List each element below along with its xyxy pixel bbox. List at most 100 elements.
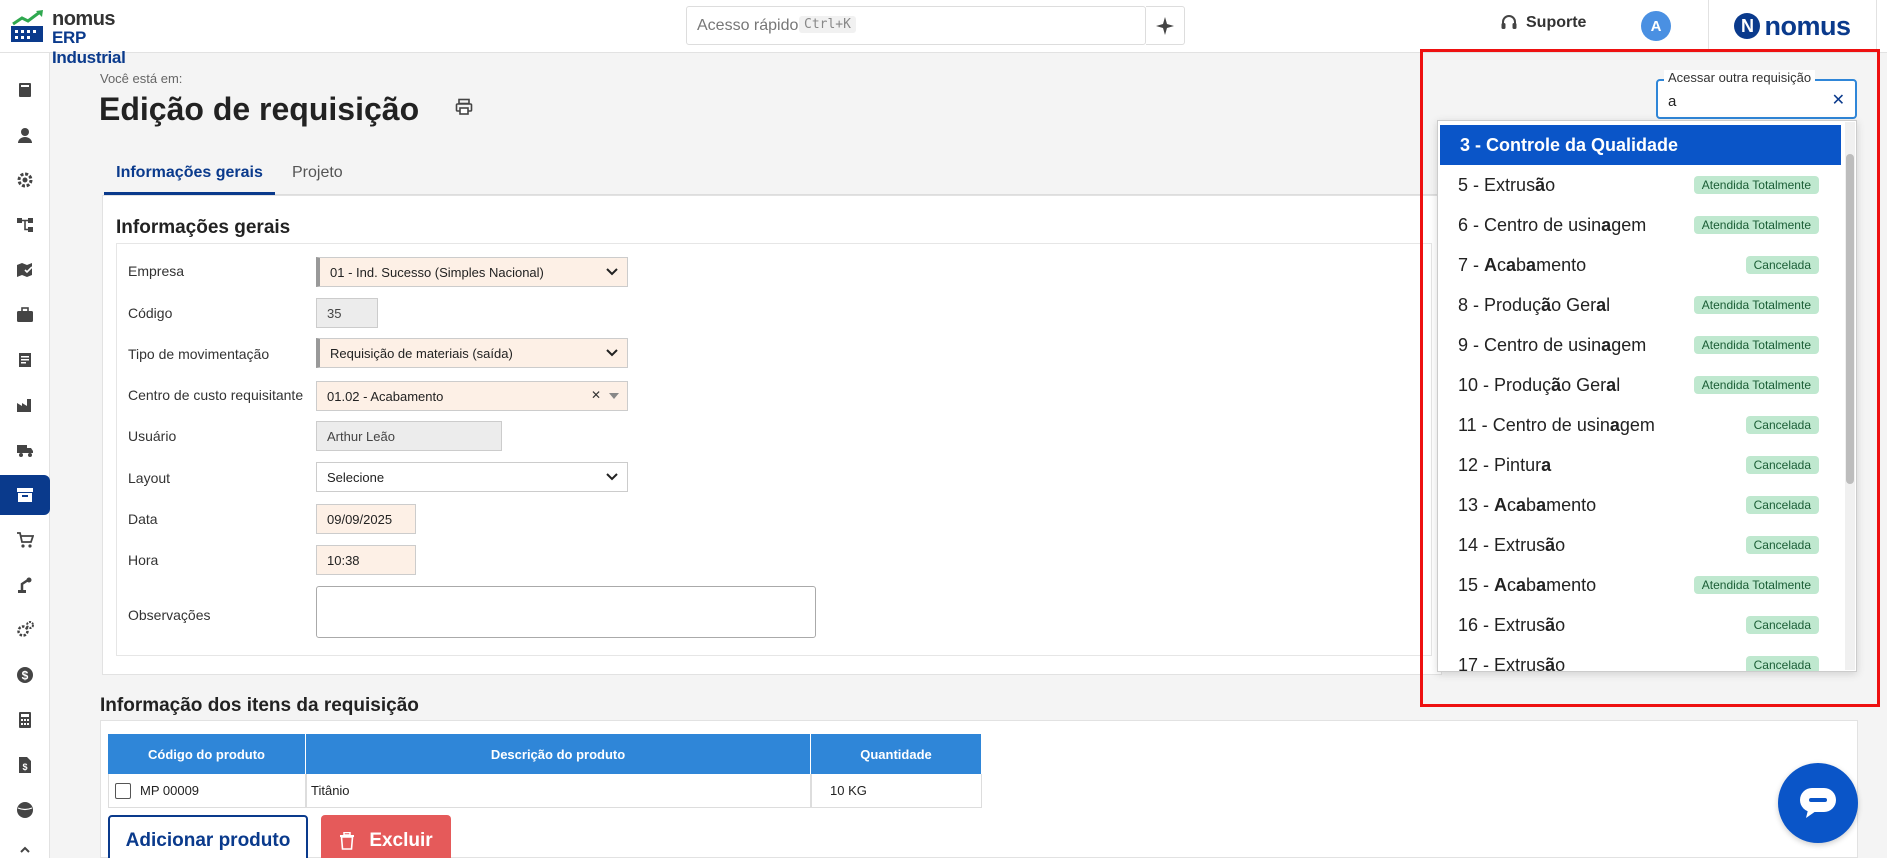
requisition-dropdown: 3 - Controle da Qualidade 5 - Extrusão Ate… [1437,120,1857,672]
trash-icon [340,832,355,850]
dropdown-option[interactable]: 9 - Centro de usinagem Atendida Totalment… [1438,325,1841,365]
chat-button[interactable] [1778,763,1858,843]
nomus-brand-logo: N nomus [1708,0,1877,52]
option-text: 9 - Centro de usinagem [1458,335,1647,355]
dropdown-option[interactable]: 13 - Acabamento Cancelada [1438,485,1841,525]
clear-icon[interactable]: ✕ [591,388,601,402]
chevron-up-icon[interactable] [0,830,50,858]
cart-icon[interactable] [0,520,50,560]
option-text: 16 - Extrusão [1458,615,1566,635]
briefcase-icon[interactable] [0,295,50,335]
robot-arm-icon[interactable] [0,565,50,605]
document-icon[interactable] [0,340,50,380]
delete-button[interactable]: Excluir [321,815,451,858]
support-label: Suporte [1526,14,1587,31]
option-text: 14 - Extrusão [1458,535,1566,555]
sidebar: $ $ [0,53,50,858]
user-icon[interactable] [0,115,50,155]
dropdown-option[interactable]: 12 - Pintura Cancelada [1438,445,1841,485]
option-text: 10 - Produção Geral [1458,375,1621,395]
caret-down-icon [609,393,619,399]
quick-access-placeholder: Acesso rápido [697,17,799,34]
dollar-icon[interactable]: $ [0,655,50,695]
option-text: 3 - Controle da Qualidade [1460,135,1679,155]
headset-icon [1501,15,1517,29]
book-icon[interactable] [0,70,50,110]
ai-sparkle-button[interactable] [1146,6,1185,45]
row-checkbox[interactable] [115,782,131,799]
usuario-label: Usuário [128,428,177,444]
status-badge: Atendida Totalmente [1693,376,1819,394]
dropdown-option[interactable]: 16 - Extrusão Cancelada [1438,605,1841,645]
col-codigo-produto: Código do produto [108,734,306,774]
status-badge: Cancelada [1745,536,1819,554]
gear-icon[interactable] [0,160,50,200]
observacoes-textarea[interactable] [316,586,816,638]
map-check-icon[interactable] [0,250,50,290]
file-dollar-icon[interactable]: $ [0,745,50,785]
col-quantidade: Quantidade [811,734,982,774]
data-label: Data [128,511,158,527]
factory-icon[interactable] [0,385,50,425]
tab-bar: Informações gerais Projeto [104,153,1444,195]
brand-n-icon: N [1734,13,1761,39]
dropdown-option[interactable]: 8 - Produção Geral Atendida Totalmente [1438,285,1841,325]
tab-informacoes-gerais[interactable]: Informações gerais [104,153,275,195]
status-badge: Cancelada [1745,416,1819,434]
add-product-button[interactable]: Adicionar produto [108,815,308,858]
dropdown-option[interactable]: 7 - Acabamento Cancelada [1438,245,1841,285]
tab-projeto[interactable]: Projeto [292,153,343,195]
hora-value: 10:38 [327,552,360,568]
tipo-label: Tipo de movimentação [128,346,270,362]
hora-field[interactable]: 10:38 [316,545,416,575]
access-other-input[interactable]: a ✕ [1656,79,1857,119]
centro-custo-select[interactable]: 01.02 - Acabamento ✕ [316,381,628,411]
empresa-select[interactable]: 01 - Ind. Sucesso (Simples Nacional) [316,257,628,287]
support-link[interactable]: Suporte [1500,14,1586,32]
dropdown-scrollbar[interactable] [1845,122,1855,670]
nomus-erp-logo[interactable]: nomus ERP Industrial [10,5,160,67]
row-description: Titânio [311,783,350,798]
centro-value: 01.02 - Acabamento [327,388,444,404]
tipo-movimentacao-select[interactable]: Requisição de materiais (saída) [316,338,628,368]
row-quantity: 10 KG [830,783,867,798]
option-text: 12 - Pintura [1458,455,1552,475]
quick-access-input[interactable]: Acesso rápido Ctrl+K [686,6,1146,45]
breadcrumb: Você está em: [100,71,183,86]
section-title: Informações gerais [116,217,291,238]
calculator-icon[interactable] [0,700,50,740]
truck-icon[interactable] [0,430,50,470]
dropdown-option[interactable]: 10 - Produção Geral Atendida Totalmente [1438,365,1841,405]
codigo-field: 35 [316,298,378,328]
print-icon[interactable] [454,97,474,117]
dropdown-option[interactable]: 15 - Acabamento Atendida Totalmente [1438,565,1841,605]
option-text: 15 - Acabamento [1458,575,1597,595]
option-text: 6 - Centro de usinagem [1458,215,1647,235]
option-text: 17 - Extrusão [1458,655,1566,672]
chevron-down-icon [606,349,618,357]
close-icon[interactable]: ✕ [1832,90,1845,110]
user-avatar[interactable]: A [1641,11,1671,41]
globe-icon[interactable] [0,790,50,830]
status-badge: Cancelada [1745,256,1819,274]
dropdown-option[interactable]: 17 - Extrusão Cancelada [1438,645,1841,672]
data-field[interactable]: 09/09/2025 [316,504,416,534]
layout-select[interactable]: Selecione [316,462,628,492]
dropdown-option[interactable]: 3 - Controle da Qualidade [1440,125,1841,165]
dropdown-option[interactable]: 11 - Centro de usinagem Cancelada [1438,405,1841,445]
dropdown-option[interactable]: 5 - Extrusão Atendida Totalmente [1438,165,1841,205]
codigo-value: 35 [327,305,342,321]
scrollbar-thumb[interactable] [1846,154,1854,484]
dropdown-option[interactable]: 6 - Centro de usinagem Atendida Totalment… [1438,205,1841,245]
row-quantity-cell: 10 KG [811,774,982,808]
archive-icon[interactable] [0,475,50,515]
centro-label: Centro de custo requisitante [128,387,304,403]
flow-icon[interactable] [0,205,50,245]
dropdown-option[interactable]: 14 - Extrusão Cancelada [1438,525,1841,565]
gears-icon[interactable] [0,610,50,650]
status-badge: Cancelada [1745,616,1819,634]
usuario-value: Arthur Leão [327,428,395,444]
status-badge: Cancelada [1745,656,1819,671]
empresa-value: 01 - Ind. Sucesso (Simples Nacional) [330,264,544,280]
chevron-down-icon [606,268,618,276]
